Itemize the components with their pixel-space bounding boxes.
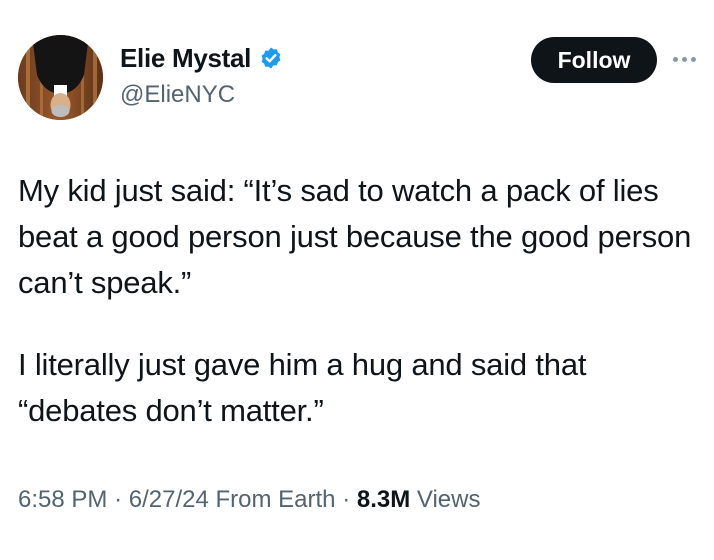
follow-button[interactable]: Follow <box>531 37 657 83</box>
tweet-paragraph: I literally just gave him a hug and said… <box>18 347 587 428</box>
tweet-meta: 6:58 PM · 6/27/24 From Earth · 8.3M View… <box>18 484 480 516</box>
verified-badge-icon <box>259 46 283 70</box>
views-count[interactable]: 8.3M <box>357 486 410 513</box>
tweet-text: My kid just said: “It’s sad to watch a p… <box>18 168 708 434</box>
author-name-row: Elie Mystal <box>120 42 283 74</box>
tweet-time[interactable]: 6:58 PM <box>18 486 107 513</box>
meta-separator: · <box>114 486 123 513</box>
more-options-icon[interactable] <box>673 52 703 66</box>
author-handle[interactable]: @ElieNYC <box>120 80 235 110</box>
tweet-source: From Earth <box>215 486 336 513</box>
more-dot <box>673 56 678 62</box>
meta-separator: · <box>342 486 351 513</box>
views-label: Views <box>416 486 481 513</box>
tweet-date[interactable]: 6/27/24 <box>129 486 209 513</box>
more-dot <box>682 56 687 62</box>
author-display-name[interactable]: Elie Mystal <box>120 42 251 74</box>
more-dot <box>691 56 696 62</box>
avatar[interactable] <box>18 35 103 120</box>
tweet-paragraph: My kid just said: “It’s sad to watch a p… <box>18 173 692 300</box>
profile-photo-icon <box>18 35 103 120</box>
tweet-card: Elie Mystal @ElieNYC Follow My kid just … <box>0 0 714 560</box>
